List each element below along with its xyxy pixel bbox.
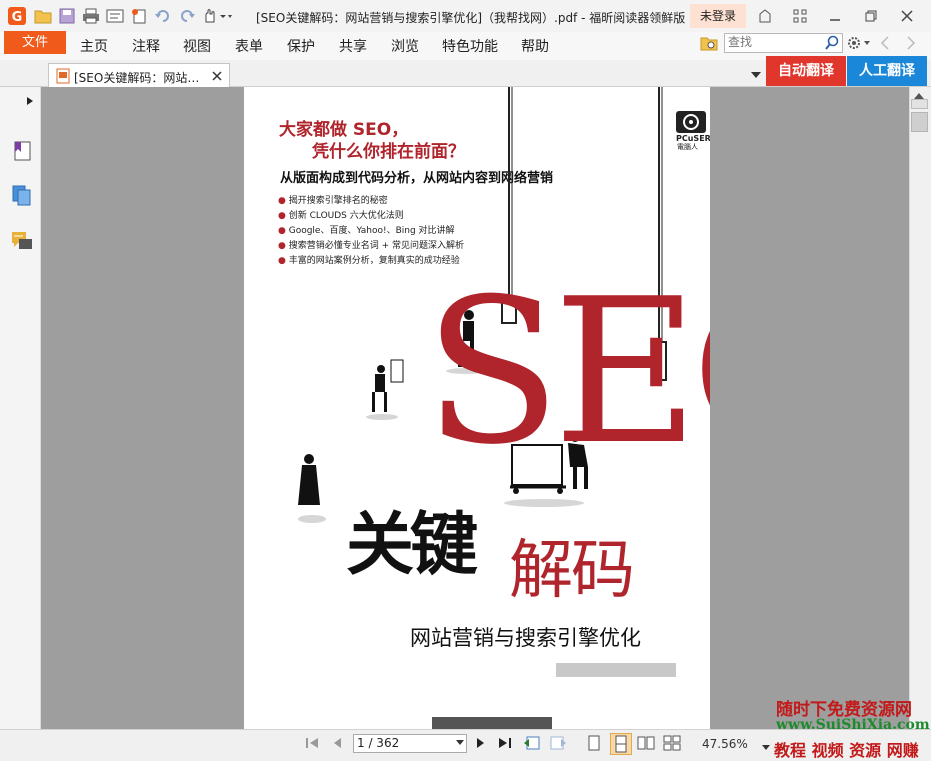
menu-help[interactable]: 帮助 <box>521 36 549 56</box>
menu-comment[interactable]: 注释 <box>132 36 160 56</box>
left-sidebar <box>0 87 41 729</box>
previous-view-icon[interactable] <box>523 735 541 754</box>
comments-icon[interactable] <box>11 231 33 256</box>
open-folder-icon[interactable] <box>34 7 52 25</box>
document-tab-label: [SEO关键解码：网站… <box>74 71 200 85</box>
vertical-scrollbar[interactable] <box>909 87 931 729</box>
layout-grid-icon[interactable] <box>789 6 811 26</box>
watermark-line-2: www.SuiShiXia.com <box>776 717 930 733</box>
tab-list-dropdown-icon[interactable] <box>750 68 762 82</box>
hand-tool-icon[interactable] <box>202 7 232 25</box>
minimize-icon[interactable] <box>824 6 846 26</box>
menu-home[interactable]: 主页 <box>80 36 108 56</box>
previous-page-icon[interactable] <box>330 736 344 753</box>
menu-protect[interactable]: 保护 <box>287 36 315 56</box>
site-watermark: 随时下免费资源网 www.SuiShiXia.com 教程 视频 资源 网赚 <box>768 693 931 760</box>
pages-thumbnail-icon[interactable] <box>12 185 32 210</box>
next-view-icon[interactable] <box>549 735 567 754</box>
watermark-line-3: 教程 视频 资源 网赚 <box>774 741 919 760</box>
menu-share[interactable]: 共享 <box>339 36 367 56</box>
close-icon[interactable] <box>896 6 918 26</box>
facing-pages-icon[interactable] <box>637 735 655 754</box>
cover-title-light: 解码 <box>509 534 635 608</box>
restore-icon[interactable] <box>860 6 882 26</box>
find-folder-icon[interactable] <box>700 35 718 54</box>
skin-icon[interactable] <box>754 6 776 26</box>
menu-features[interactable]: 特色功能 <box>442 36 498 56</box>
window-title: [SEO关键解码：网站营销与搜索引擎优化]（我帮找网）.pdf - 福昕阅读器领… <box>256 11 686 25</box>
sidebar-expand-icon[interactable] <box>26 95 34 109</box>
menu-view[interactable]: 视图 <box>183 36 211 56</box>
page-indicator: 1 / 362 <box>357 736 400 750</box>
auto-translate-button[interactable]: 自动翻译 <box>766 56 846 86</box>
svg-text:G: G <box>12 10 23 25</box>
menu-form[interactable]: 表单 <box>235 36 263 56</box>
zoom-level[interactable]: 47.56% <box>702 737 748 751</box>
single-page-icon[interactable] <box>587 735 601 754</box>
redo-icon[interactable] <box>178 7 196 25</box>
save-icon[interactable] <box>58 7 76 25</box>
scroll-track-top[interactable] <box>911 99 928 109</box>
next-page-icon[interactable] <box>474 736 488 753</box>
foxit-logo-icon[interactable]: G <box>8 7 26 25</box>
document-viewer[interactable]: PCuSER 電腦人 大家都做 SEO， 凭什么你排在前面？ 从版面构成到代码分… <box>41 87 909 729</box>
page-number-input[interactable]: 1 / 362 <box>353 734 467 753</box>
file-menu[interactable]: 文件 <box>4 31 66 54</box>
pdf-page: PCuSER 電腦人 大家都做 SEO， 凭什么你排在前面？ 从版面构成到代码分… <box>244 87 710 729</box>
forward-arrow-icon[interactable] <box>904 35 918 54</box>
properties-icon[interactable] <box>106 7 124 25</box>
login-button[interactable]: 未登录 <box>690 4 746 28</box>
new-document-icon[interactable] <box>130 7 148 25</box>
first-page-icon[interactable] <box>304 736 320 753</box>
menu-browse[interactable]: 浏览 <box>391 36 419 56</box>
tab-close-icon[interactable] <box>212 70 222 84</box>
settings-gear-icon[interactable] <box>846 35 872 54</box>
undo-icon[interactable] <box>154 7 172 25</box>
cover-publisher-line <box>432 717 552 729</box>
page-dropdown-icon[interactable] <box>456 740 464 746</box>
continuous-page-icon[interactable] <box>610 733 632 755</box>
search-input[interactable] <box>725 34 821 50</box>
bookmark-icon[interactable] <box>12 139 32 164</box>
human-translate-button[interactable]: 人工翻译 <box>847 56 927 86</box>
search-icon[interactable] <box>824 35 840 54</box>
pdf-file-icon <box>56 68 70 87</box>
cover-seo-letters: SEO <box>424 256 710 489</box>
continuous-facing-icon[interactable] <box>663 735 681 754</box>
blurred-author <box>556 663 676 677</box>
last-page-icon[interactable] <box>497 736 513 753</box>
scroll-thumb[interactable] <box>911 112 928 132</box>
back-arrow-icon[interactable] <box>878 35 892 54</box>
print-icon[interactable] <box>82 7 100 25</box>
cover-book-subtitle: 网站营销与搜索引擎优化 <box>410 626 641 650</box>
cover-title-bold: 关键 <box>346 506 478 585</box>
